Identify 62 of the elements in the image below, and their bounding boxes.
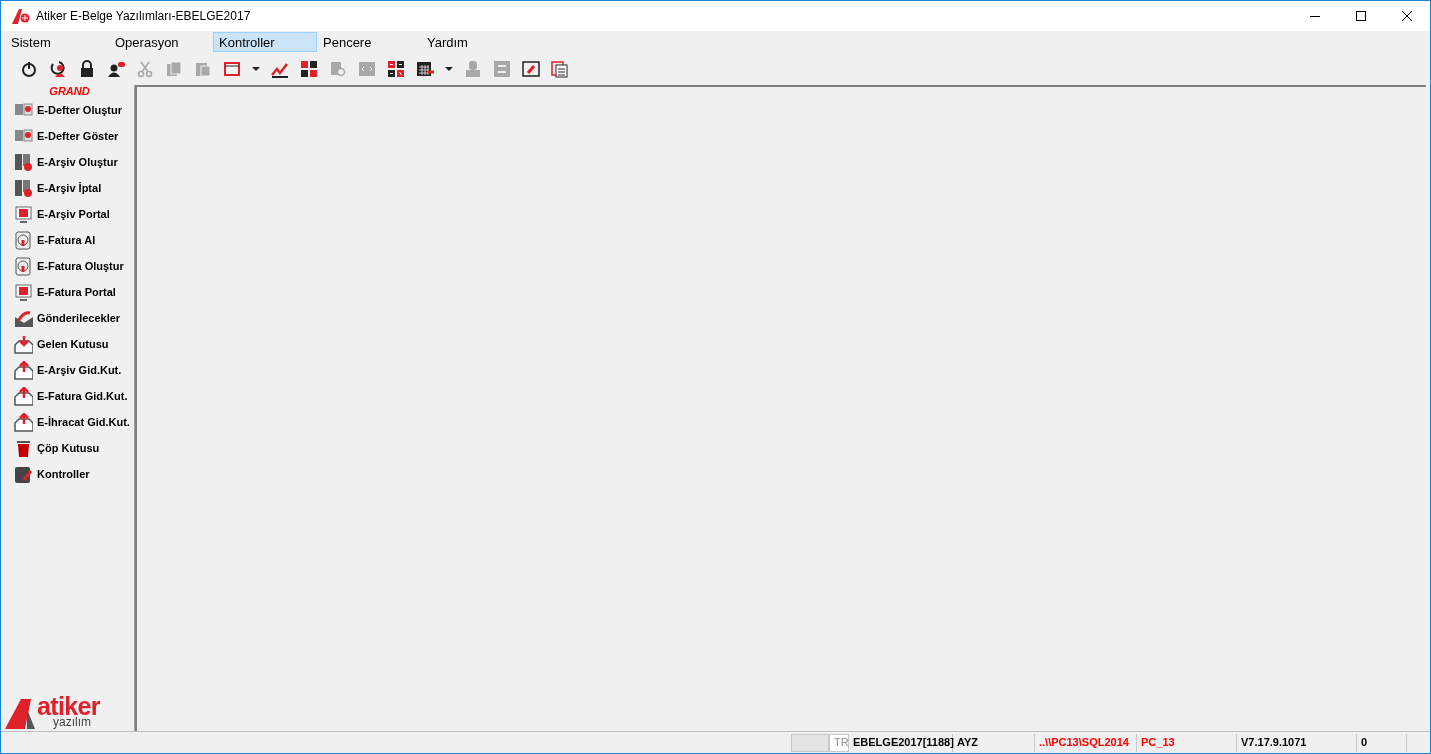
trash-can-icon [14,438,33,458]
calculator-icon [387,60,405,78]
archive-cabinet-icon [14,152,33,172]
sidebar-item[interactable]: E-İhracat Gid.Kut. [1,409,134,435]
sidebar-item[interactable]: E-Fatura Al [1,227,134,253]
window-title: Atiker E-Belge Yazılımları-EBELGE2017 [36,8,251,25]
documents-icon [194,60,212,78]
sidebar-item[interactable]: E-Arşiv İptal [1,175,134,201]
sidebar-heading: GRAND [48,85,91,97]
clipboard-icon [551,60,569,78]
outbox-icon [14,412,33,432]
documents-icon [165,60,183,78]
sidebar-item[interactable]: Gönderilecekler [1,305,134,331]
sidebar-item[interactable]: E-Defter Oluştur [1,97,134,123]
sidebar-item[interactable]: E-Fatura Oluştur [1,253,134,279]
sidebar-item[interactable]: E-Defter Göster [1,123,134,149]
status-panel: TR [829,733,849,752]
status-panel: PC_13 [1137,733,1237,752]
scissors-icon [136,60,154,78]
sidebar-item[interactable]: E-Arşiv Portal [1,201,134,227]
caret-icon [445,67,453,71]
menu-item[interactable]: Pencere [317,32,421,52]
monitor-icon [14,282,33,302]
inbox-icon [14,334,33,354]
power-icon [20,60,38,78]
user-message-icon [107,60,125,78]
sidebar-item[interactable]: Çöp Kutusu [1,435,134,461]
sidebar-item[interactable]: E-Arşiv Oluştur [1,149,134,175]
lock-icon [78,60,96,78]
status-panel: AYZ [953,733,1035,752]
window-swap-icon [493,60,511,78]
maximize-icon [1356,11,1366,21]
sidebar-item[interactable]: E-Fatura Gid.Kut. [1,383,134,409]
menu-item[interactable]: Kontroller [213,32,317,52]
envelope-arrow-icon [14,308,33,328]
status-panel: EBELGE2017[1188] [849,733,953,752]
archive-cabinet-icon [14,178,33,198]
edit-window-icon [522,60,540,78]
calendar-icon [416,60,434,78]
menu-item[interactable]: Sistem [5,32,109,52]
sidebar-item[interactable]: Gelen Kutusu [1,331,134,357]
company-logo: atiker yazılım [5,695,121,729]
document-search-icon [329,60,347,78]
app-logo-icon [12,8,30,24]
menu-item[interactable]: Operasyon [109,32,213,52]
status-panel: V7.17.9.1071 [1237,733,1357,752]
window-icon [223,60,241,78]
outbox-icon [14,360,33,380]
sidebar-item[interactable]: E-Fatura Portal [1,279,134,305]
caret-icon [252,67,260,71]
monitor-icon [14,204,33,224]
stamp-icon [464,60,482,78]
binder-pencil-icon [14,464,33,484]
sidebar-item[interactable]: Kontroller [1,461,134,487]
menu-item[interactable]: Yardım [421,32,501,52]
close-icon [1402,11,1412,21]
status-panel: 0 [1357,733,1407,752]
status-panel: ..\\PC13\SQL2014 [1035,733,1137,752]
code-window-icon [358,60,376,78]
outbox-icon [14,386,33,406]
sidebar-item[interactable]: E-Arşiv Gid.Kut. [1,357,134,383]
tiles-icon [300,60,318,78]
